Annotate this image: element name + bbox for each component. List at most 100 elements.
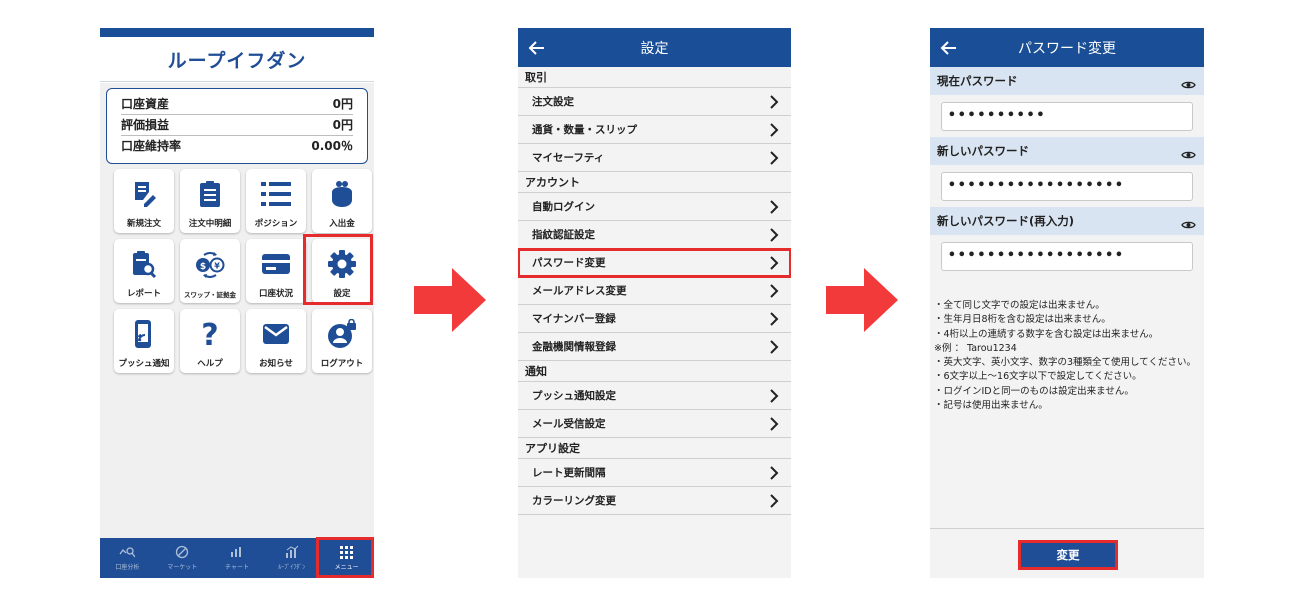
tile-logout[interactable]: ログアウト: [312, 309, 372, 373]
tab-loop[interactable]: ﾙｰﾌﾟｲﾌﾀﾞﾝ: [264, 538, 319, 578]
settings-item[interactable]: レート更新間隔: [518, 459, 791, 487]
settings-item[interactable]: 通貨・数量・スリップ: [518, 116, 791, 144]
chevron-right-icon: [770, 150, 779, 165]
tab-analysis[interactable]: 口座分析: [100, 538, 155, 578]
field-label: 新しいパスワード(再入力): [937, 214, 1075, 228]
tile-new-order[interactable]: 新規注文: [114, 169, 174, 233]
settings-item-label: メール受信設定: [532, 418, 606, 430]
tile-settings[interactable]: 設定: [312, 239, 372, 303]
account-summary: 口座資産 0円 評価損益 0円 口座維持率 0.00％: [106, 88, 368, 164]
chevron-right-icon: [770, 199, 779, 214]
tile-label: ヘルプ: [197, 359, 223, 369]
tile-push-notification[interactable]: プッシュ通知: [114, 309, 174, 373]
current-password-wrap: ••••••••••: [930, 95, 1204, 137]
settings-item-password-change[interactable]: パスワード変更: [518, 248, 791, 278]
settings-section-header: アカウント: [518, 172, 791, 193]
eye-icon[interactable]: [1181, 220, 1196, 230]
tile-label: お知らせ: [259, 359, 293, 369]
app-brand-title: ループイフダン: [100, 37, 374, 82]
settings-item-label: 指紋認証設定: [532, 229, 595, 241]
rule-line: ・ログインIDと同一のものは設定出来ません。: [934, 385, 1134, 397]
tile-label: ログアウト: [320, 359, 364, 369]
svg-text:?: ?: [201, 319, 218, 349]
chevron-right-icon: [770, 94, 779, 109]
back-arrow-icon[interactable]: [528, 39, 546, 57]
password-change-screen: パスワード変更 現在パスワード •••••••••• 新しいパスワード ••••…: [930, 28, 1204, 578]
tile-label: 入出金: [329, 219, 355, 229]
account-value: 0.00％: [311, 139, 353, 153]
tile-label: レポート: [126, 289, 161, 299]
tile-help[interactable]: ? ヘルプ: [180, 309, 240, 373]
tile-position[interactable]: ポジション: [246, 169, 306, 233]
svg-text:$: $: [200, 262, 206, 272]
tile-order-details[interactable]: 注文中明細: [180, 169, 240, 233]
svg-text:¥: ¥: [214, 262, 220, 271]
tile-deposit[interactable]: 入出金: [312, 169, 372, 233]
field-label: 現在パスワード: [937, 74, 1018, 88]
settings-list: 取引 注文設定 通貨・数量・スリップ マイセーフティ アカウント 自動ログイン 指紋認証設定…: [518, 67, 791, 515]
chevron-right-icon: [770, 388, 779, 403]
settings-item[interactable]: 注文設定: [518, 88, 791, 116]
current-password-label-row: 現在パスワード: [930, 67, 1204, 95]
settings-section-header: アプリ設定: [518, 438, 791, 459]
settings-item-label: マイセーフティ: [532, 152, 605, 164]
settings-screen: 設定 取引 注文設定 通貨・数量・スリップ マイセーフティ アカウント 自動ログイン 指紋認…: [518, 28, 791, 578]
page-title: パスワード変更: [1018, 40, 1116, 57]
swap-icon: $ ¥: [194, 248, 226, 280]
menu-screen: ループイフダン 口座資産 0円 評価損益 0円 口座維持率 0.00％ 新規注文 注文…: [100, 28, 374, 578]
settings-item[interactable]: 自動ログイン: [518, 193, 791, 221]
settings-item[interactable]: 指紋認証設定: [518, 221, 791, 249]
settings-item[interactable]: カラーリング変更: [518, 487, 791, 515]
new-order-icon: [128, 178, 160, 210]
tile-label: 口座状況: [258, 289, 293, 299]
settings-item[interactable]: 金融機関情報登録: [518, 333, 791, 361]
settings-item-label: メールアドレス変更: [532, 285, 627, 297]
settings-item[interactable]: プッシュ通知設定: [518, 382, 791, 410]
chevron-right-icon: [770, 339, 779, 354]
tab-label: マーケット: [167, 564, 198, 571]
rule-line: ・4桁以上の連続する数字を含む設定は出来ません。: [934, 328, 1159, 340]
bottom-tab-bar: 口座分析 マーケット チャート ﾙｰﾌﾟｲﾌﾀﾞﾝ メニュー: [100, 538, 374, 578]
tile-account-status[interactable]: 口座状況: [246, 239, 306, 303]
confirm-password-input[interactable]: ••••••••••••••••••: [941, 242, 1193, 271]
phone-notify-icon: [128, 318, 160, 350]
tile-label: 新規注文: [126, 219, 161, 229]
tab-label: メニュー: [334, 564, 359, 571]
settings-item-label: 注文設定: [532, 96, 574, 108]
tile-report[interactable]: レポート: [114, 239, 174, 303]
tab-market[interactable]: マーケット: [155, 538, 210, 578]
tab-chart[interactable]: チャート: [210, 538, 265, 578]
account-value: 0円: [332, 118, 353, 132]
tab-menu[interactable]: メニュー: [319, 538, 374, 578]
tile-notice[interactable]: お知らせ: [246, 309, 306, 373]
settings-item[interactable]: マイセーフティ: [518, 144, 791, 172]
settings-item[interactable]: メール受信設定: [518, 410, 791, 438]
report-icon: [128, 248, 160, 280]
account-label: 口座維持率: [121, 139, 182, 153]
eye-icon[interactable]: [1181, 80, 1196, 90]
settings-item[interactable]: メールアドレス変更: [518, 277, 791, 305]
new-password-input[interactable]: ••••••••••••••••••: [941, 172, 1193, 201]
card-icon: [260, 248, 292, 280]
tile-label: 注文中明細: [188, 219, 232, 229]
rule-line: ・記号は使用出来ません。: [934, 400, 1048, 412]
status-bar: [100, 28, 374, 37]
account-label: 評価損益: [121, 118, 170, 132]
chevron-right-icon: [770, 416, 779, 431]
help-icon: ?: [194, 318, 226, 350]
eye-icon[interactable]: [1181, 150, 1196, 160]
purse-icon: [326, 178, 358, 210]
menu-body: 口座資産 0円 評価損益 0円 口座維持率 0.00％ 新規注文 注文中明細 ポジショ…: [100, 83, 374, 538]
tile-swap[interactable]: $ ¥ スワップ・証拠金: [180, 239, 240, 303]
grid-menu-icon: [340, 545, 354, 559]
back-arrow-icon[interactable]: [940, 39, 958, 57]
current-password-input[interactable]: ••••••••••: [941, 102, 1193, 131]
settings-item-label: マイナンバー登録: [532, 313, 616, 325]
tile-label: ポジション: [254, 219, 298, 229]
analysis-icon: [119, 545, 136, 559]
chevron-right-icon: [770, 283, 779, 298]
settings-item-label: 自動ログイン: [532, 201, 595, 213]
confirm-password-label-row: 新しいパスワード(再入力): [930, 207, 1204, 235]
settings-item[interactable]: マイナンバー登録: [518, 305, 791, 333]
change-button[interactable]: 変更: [1018, 540, 1118, 570]
